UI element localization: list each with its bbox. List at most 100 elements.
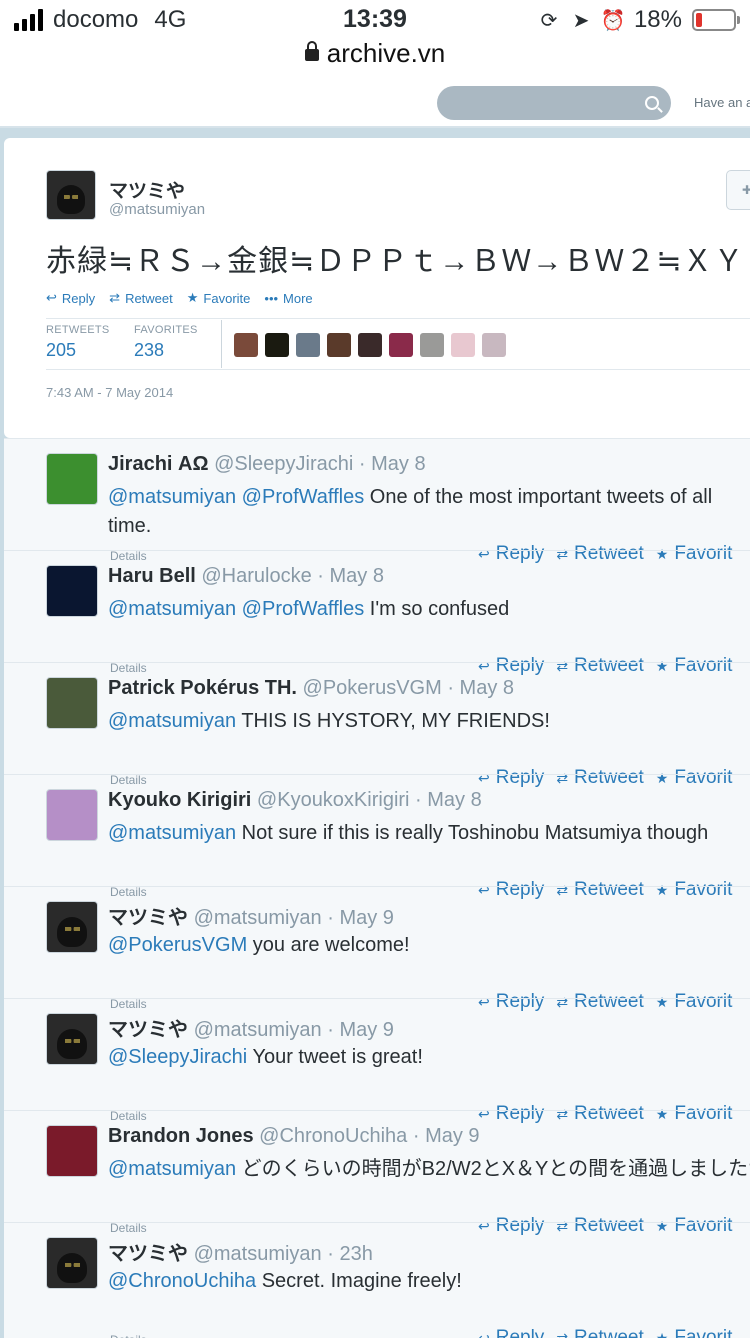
reply-icon: ↩ [46,290,57,306]
reply-button[interactable]: ↩Reply [478,1327,544,1338]
reply-tweet[interactable]: マツミや @matsumiyan · May 9@PokerusVGM you … [4,886,750,999]
retweets-stat[interactable]: RETWEETS 205 [46,324,110,361]
avatar[interactable] [46,789,98,841]
favoriter-avatar[interactable] [420,333,444,357]
favoriter-avatar[interactable] [234,333,258,357]
lock-icon [305,49,319,61]
author-name[interactable]: Jirachi ΑΩ [108,453,209,475]
reply-text: @matsumiyan Not sure if this is really T… [108,819,750,848]
reply-header: Kyouko Kirigiri @KyoukoxKirigiri · May 8 [108,789,482,812]
more-label: More [283,291,313,306]
reply-tweet[interactable]: マツミや @matsumiyan · May 9@SleepyJirachi Y… [4,998,750,1111]
avatar[interactable] [46,901,98,953]
reply-body: I'm so confused [364,598,509,620]
reply-text: @matsumiyan @ProfWaffles One of the most… [108,483,750,541]
search-input[interactable] [437,86,671,120]
handle-and-date[interactable]: @ChronoUchiha · May 9 [259,1125,479,1147]
location-icon: ➤ [570,9,592,31]
author-name[interactable]: Kyouko Kirigiri [108,789,251,811]
author-name[interactable]: Brandon Jones [108,1125,254,1147]
mention-link[interactable]: @matsumiyan [108,822,236,844]
alarm-icon: ⏰ [602,9,624,31]
stats-divider [221,320,222,368]
favorite-button[interactable]: ★Favorit [656,1327,733,1338]
favoriter-avatar[interactable] [296,333,320,357]
retweet-button[interactable]: ⇄Retweet [109,290,173,306]
status-bar: docomo 4G 13:39 archive.vn ⟳ ➤ ⏰ 18% [0,0,750,80]
handle-and-date[interactable]: @matsumiyan · May 9 [194,907,394,929]
reply-button[interactable]: ↩Reply [46,290,95,306]
author-name[interactable]: Patrick Pokérus TH. [108,677,297,699]
avatar[interactable] [46,1013,98,1065]
reply-tweet[interactable]: Kyouko Kirigiri @KyoukoxKirigiri · May 8… [4,774,750,887]
reply-tweet[interactable]: Haru Bell @Harulocke · May 8 @matsumiyan … [4,550,750,663]
favorite-button[interactable]: ★Favorite [187,290,251,306]
more-button[interactable]: ••• More [264,290,312,306]
handle-and-date[interactable]: @PokerusVGM · May 8 [303,677,514,699]
author-name[interactable]: マツミや [108,1019,188,1041]
retweet-button[interactable]: ⇄Retweet [556,1327,643,1338]
avatar[interactable] [46,565,98,617]
reply-text: @PokerusVGM you are welcome! [108,931,750,960]
favorites-stat[interactable]: FAVORITES 238 [134,324,198,361]
mention-link[interactable]: @matsumiyan @ProfWaffles [108,486,364,508]
reply-header: Jirachi ΑΩ @SleepyJirachi · May 8 [108,453,426,476]
reply-text: @matsumiyan どのくらいの時間がB2/W2とX＆Yとの間を通過しました… [108,1155,750,1184]
tweet-timestamp[interactable]: 7:43 AM - 7 May 2014 [46,385,173,400]
favoriter-avatar[interactable] [358,333,382,357]
retweets-label: RETWEETS [46,324,110,336]
mention-link[interactable]: @PokerusVGM [108,934,247,956]
main-tweet: マツミや @matsumiyan ✚ 赤緑≒ＲＳ→金銀≒ＤＰＰｔ→ＢＷ→ＢＷ２≒… [4,138,750,438]
follow-button[interactable]: ✚ [726,170,750,210]
reply-tweet[interactable]: マツミや @matsumiyan · 23h@ChronoUchiha Secr… [4,1222,750,1335]
favoriter-avatar[interactable] [451,333,475,357]
avatar[interactable] [46,170,96,220]
search-icon[interactable] [645,96,659,110]
avatar[interactable] [46,677,98,729]
reply-header: マツミや @matsumiyan · 23h [108,1237,373,1266]
reply-text: @matsumiyan @ProfWaffles I'm so confused [108,595,750,624]
reply-text: @matsumiyan THIS IS HYSTORY, MY FRIENDS! [108,707,750,736]
author-name[interactable]: マツミや [108,907,188,929]
mention-link[interactable]: @matsumiyan @ProfWaffles [108,598,364,620]
author-name[interactable]: マツミや [108,1243,188,1265]
reply-tweet[interactable]: Brandon Jones @ChronoUchiha · May 9 @mats… [4,1110,750,1223]
author-handle[interactable]: @matsumiyan [109,201,205,218]
reply-header: マツミや @matsumiyan · May 9 [108,901,394,930]
reply-tweet[interactable]: Patrick Pokérus TH. @PokerusVGM · May 8 @… [4,662,750,775]
mention-link[interactable]: @matsumiyan [108,710,236,732]
battery-fill [696,13,702,27]
address-bar[interactable]: archive.vn [0,38,750,69]
favoriter-avatar[interactable] [389,333,413,357]
author-name[interactable]: マツミや [109,176,185,203]
avatar[interactable] [46,453,98,505]
avatar[interactable] [46,1237,98,1289]
author-name[interactable]: Haru Bell [108,565,196,587]
mention-link[interactable]: @ChronoUchiha [108,1270,256,1292]
reply-header: マツミや @matsumiyan · May 9 [108,1013,394,1042]
divider [46,369,750,370]
twitter-topbar: Have an a [0,80,750,128]
favorites-count: 238 [134,340,198,361]
favoriter-avatar[interactable] [265,333,289,357]
replies-list: Jirachi ΑΩ @SleepyJirachi · May 8 @matsum… [4,438,750,1338]
handle-and-date[interactable]: @KyoukoxKirigiri · May 8 [257,789,482,811]
rotation-lock-icon: ⟳ [538,9,560,31]
handle-and-date[interactable]: @SleepyJirachi · May 8 [214,453,425,475]
more-icon: ••• [264,291,278,306]
reply-body: どのくらいの時間がB2/W2とX＆Yとの間を通過しましたか [236,1158,750,1180]
favoriter-avatar[interactable] [482,333,506,357]
follow-icon: ✚ [742,183,750,197]
handle-and-date[interactable]: @matsumiyan · 23h [194,1243,373,1265]
favoriter-avatar[interactable] [327,333,351,357]
handle-and-date[interactable]: @matsumiyan · May 9 [194,1019,394,1041]
reply-text: @SleepyJirachi Your tweet is great! [108,1043,750,1072]
tweet-actions: ↩Reply ⇄Retweet ★Favorite ••• More [46,290,313,306]
mention-link[interactable]: @matsumiyan [108,1158,236,1180]
reply-tweet[interactable]: Jirachi ΑΩ @SleepyJirachi · May 8 @matsum… [4,438,750,551]
avatar[interactable] [46,1125,98,1177]
mention-link[interactable]: @SleepyJirachi [108,1046,247,1068]
retweet-icon: ⇄ [109,290,120,306]
have-account-link[interactable]: Have an a [694,95,750,110]
handle-and-date[interactable]: @Harulocke · May 8 [201,565,384,587]
